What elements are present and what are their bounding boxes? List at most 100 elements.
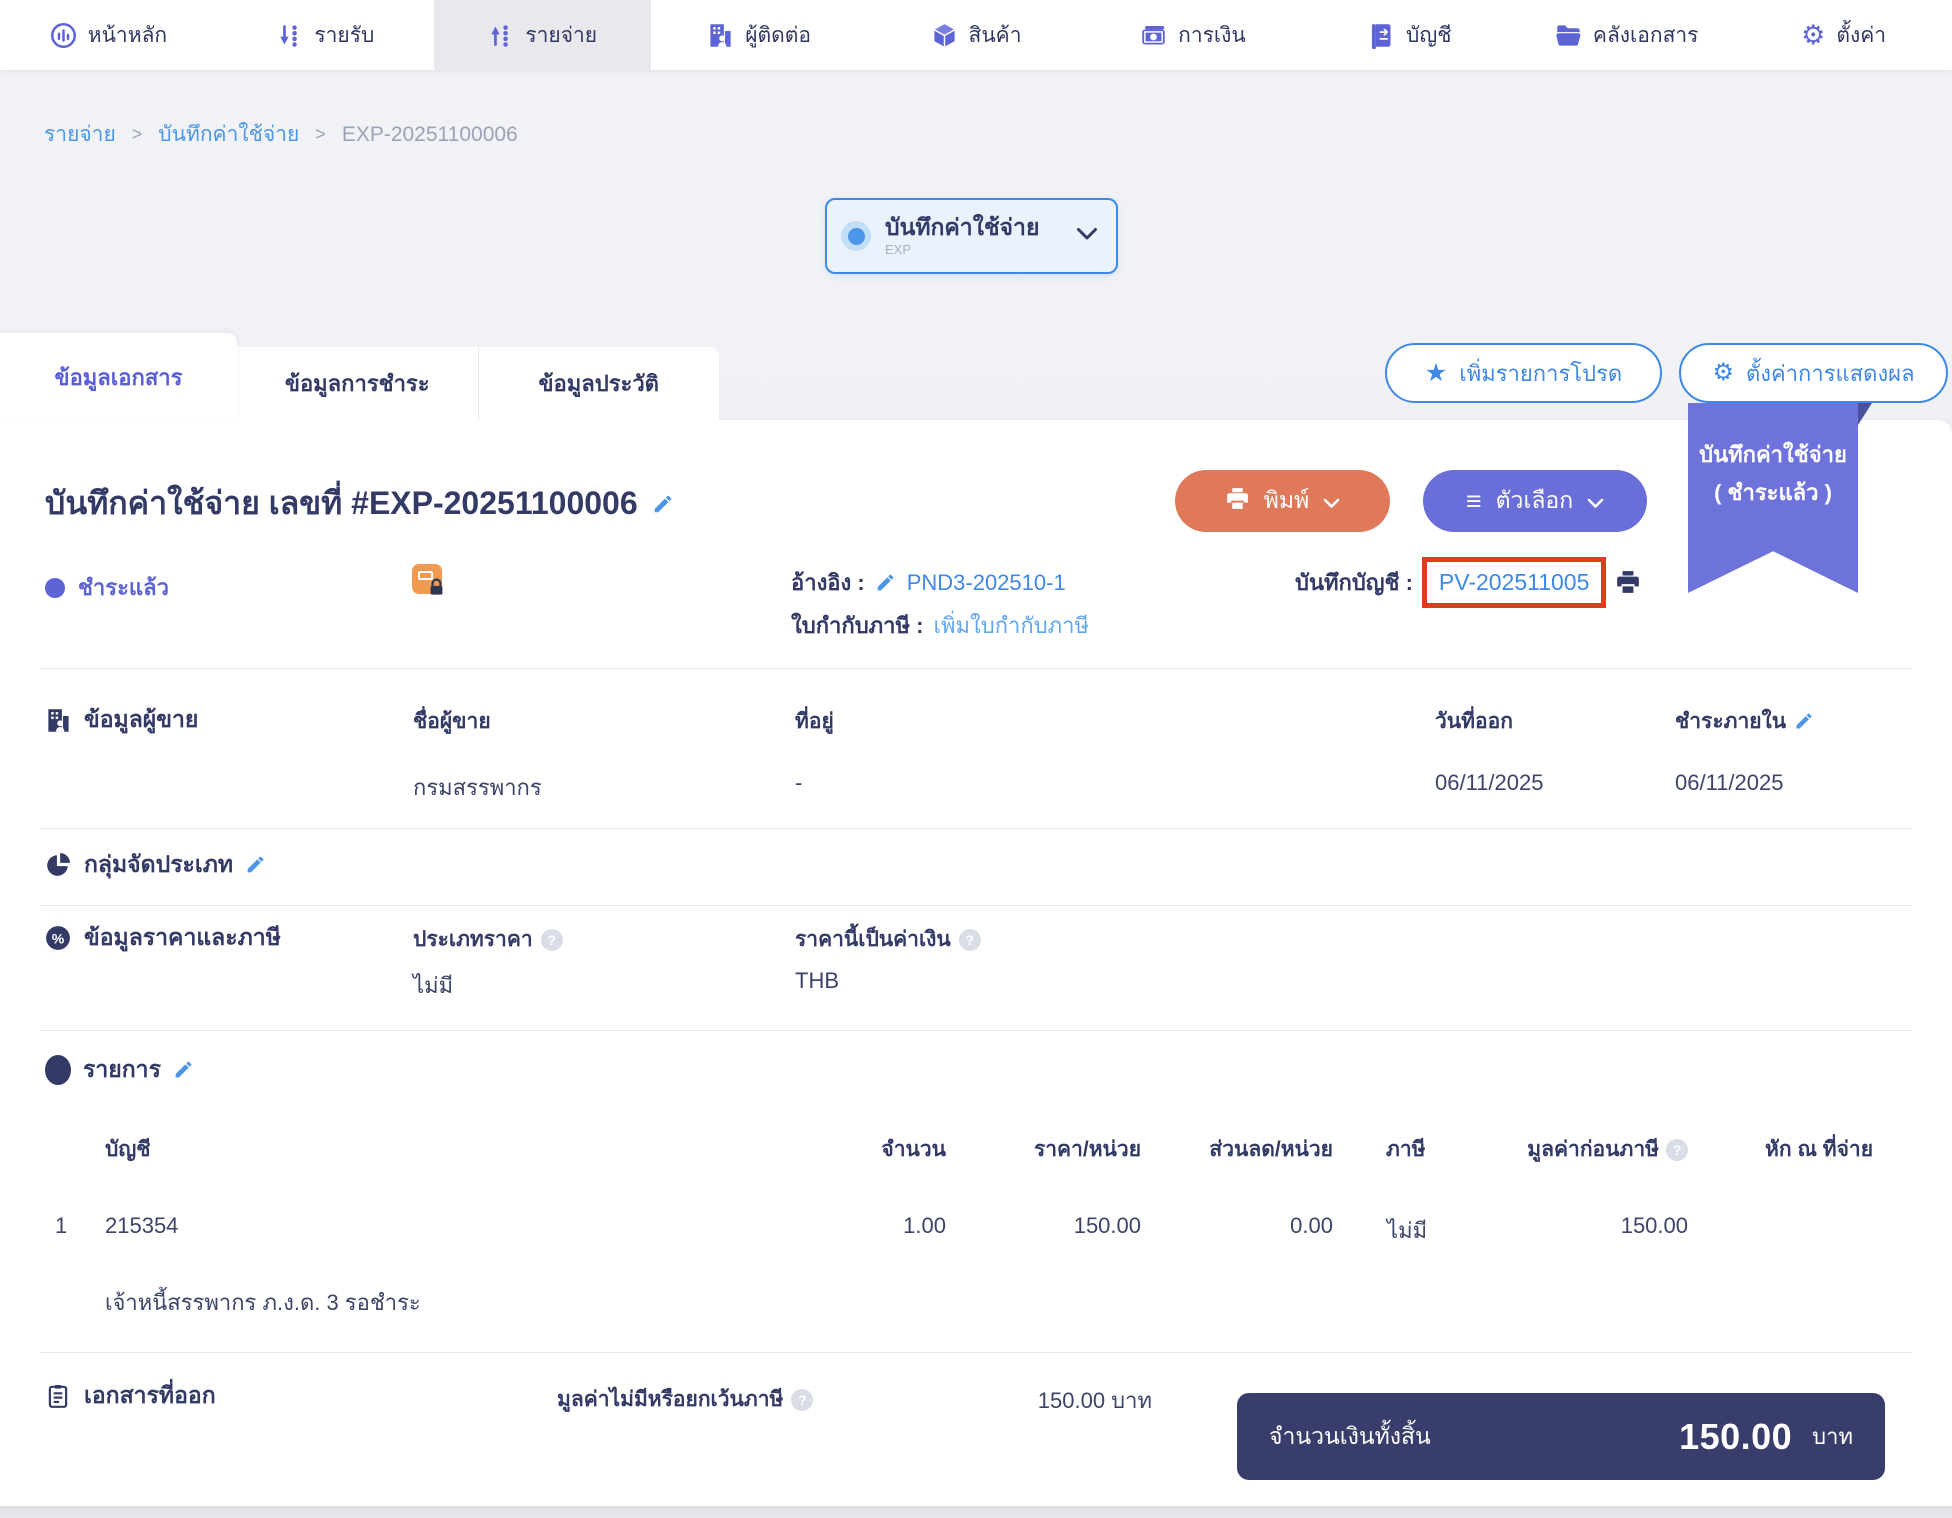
currency-value: THB — [795, 968, 839, 993]
edit-classification-pencil-icon[interactable] — [245, 854, 267, 876]
issue-date-label: วันที่ออก — [1435, 710, 1513, 733]
grand-total-unit: บาท — [1812, 1424, 1853, 1449]
due-date-value: 06/11/2025 — [1675, 770, 1784, 795]
grand-total-label: จำนวนเงินทั้งสิ้น — [1269, 1422, 1431, 1449]
folder-icon — [1555, 22, 1582, 49]
items-bullet-icon — [45, 1055, 71, 1085]
divider — [40, 1352, 1912, 1353]
help-icon[interactable]: ? — [791, 1388, 814, 1411]
income-icon — [276, 22, 303, 49]
nav-item-documents[interactable]: คลังเอกสาร — [1518, 0, 1735, 70]
due-date-label-text: ชำระภายใน — [1675, 710, 1787, 733]
seller-section-title: ข้อมูลผู้ขาย — [45, 702, 198, 738]
ledger-book-icon — [1368, 22, 1395, 49]
items-section-title: รายการ — [45, 1052, 195, 1088]
top-navigation: หน้าหลัก รายรับ รายจ่าย ผู้ติดต่อ สินค้า — [0, 0, 1952, 70]
finance-banknote-icon — [1140, 22, 1167, 49]
nav-label: ผู้ติดต่อ — [745, 23, 812, 47]
exempt-label: มูลค่าไม่มีหรือยกเว้นภาษี ? — [557, 1383, 814, 1416]
nav-item-home[interactable]: หน้าหลัก — [0, 0, 217, 70]
chevron-down-icon — [1323, 488, 1340, 515]
edit-due-date-pencil-icon[interactable] — [1794, 711, 1816, 733]
section-title-text: รายการ — [83, 1056, 161, 1082]
help-icon[interactable]: ? — [958, 928, 981, 951]
help-icon[interactable]: ? — [1666, 1138, 1688, 1161]
favorite-label: เพิ่มรายการโปรด — [1459, 360, 1623, 386]
row-pretax: 150.00 — [1620, 1213, 1688, 1238]
nav-label: การเงิน — [1178, 23, 1246, 47]
gear-icon: ⚙ — [1712, 359, 1734, 386]
locked-document-icon — [412, 564, 459, 611]
divider — [40, 828, 1912, 829]
col-header-account: บัญชี — [105, 1138, 151, 1161]
col-header-price: ราคา/หน่วย — [1033, 1138, 1141, 1161]
nav-item-finance[interactable]: การเงิน — [1084, 0, 1301, 70]
issued-documents-section-title: เอกสารที่ออก — [45, 1378, 216, 1414]
star-icon: ★ — [1424, 358, 1448, 387]
edit-title-pencil-icon[interactable] — [652, 493, 674, 515]
doc-type-title: บันทึกค่าใช้จ่าย — [885, 214, 1040, 241]
col-header-withholding: หัก ณ ที่จ่าย — [1765, 1138, 1873, 1161]
percent-circle-icon: % — [45, 925, 72, 952]
display-settings-button[interactable]: ⚙ ตั้งค่าการแสดงผล — [1679, 343, 1948, 403]
exempt-label-text: มูลค่าไม่มีหรือยกเว้นภาษี — [557, 1388, 784, 1411]
print-button[interactable]: พิมพ์ — [1175, 470, 1390, 532]
edit-reference-pencil-icon[interactable] — [875, 572, 897, 594]
add-favorite-button[interactable]: ★ เพิ่มรายการโปรด — [1385, 343, 1662, 403]
add-tax-invoice-link[interactable]: เพิ่มใบกำกับภาษี — [933, 608, 1089, 643]
nav-label: รายจ่าย — [525, 23, 598, 47]
doc-type-selector[interactable]: บันทึกค่าใช้จ่าย EXP — [825, 198, 1118, 274]
nav-item-contacts[interactable]: ผู้ติดต่อ — [651, 0, 868, 70]
seller-name-link[interactable]: กรมสรรพากร — [413, 770, 542, 805]
nav-label: รายรับ — [314, 23, 375, 47]
display-settings-label: ตั้งค่าการแสดงผล — [1745, 360, 1915, 386]
divider — [40, 668, 1912, 669]
divider — [40, 1030, 1912, 1031]
print-label: พิมพ์ — [1263, 487, 1310, 513]
nav-item-accounting[interactable]: บัญชี — [1301, 0, 1518, 70]
products-cube-icon — [931, 22, 958, 49]
nav-label: บัญชี — [1406, 23, 1452, 47]
contacts-icon — [707, 22, 734, 49]
nav-item-income[interactable]: รายรับ — [217, 0, 434, 70]
breadcrumb-expense-record[interactable]: บันทึกค่าใช้จ่าย — [158, 118, 299, 151]
tax-invoice-row: ใบกำกับภาษี : เพิ่มใบกำกับภาษี — [791, 608, 1089, 643]
page-title: บันทึกค่าใช้จ่าย เลขที่ #EXP-20251100006 — [45, 485, 638, 521]
section-title-text: ข้อมูลราคาและภาษี — [84, 924, 281, 950]
printer-icon — [1225, 486, 1250, 517]
options-button[interactable]: ≡ ตัวเลือก — [1423, 470, 1647, 532]
chevron-down-icon — [1076, 227, 1098, 246]
breadcrumb-expense[interactable]: รายจ่าย — [44, 118, 116, 151]
edit-items-pencil-icon[interactable] — [173, 1059, 195, 1081]
doc-title-row: บันทึกค่าใช้จ่าย เลขที่ #EXP-20251100006 — [45, 478, 674, 529]
lock-icon — [427, 578, 446, 597]
tab-label: ข้อมูลประวัติ — [538, 371, 659, 396]
clipboard-icon — [45, 1383, 72, 1410]
due-date-label: ชำระภายใน — [1675, 705, 1816, 738]
journal-entry-row: บันทึกบัญชี : PV-202511005 — [1295, 552, 1641, 612]
nav-item-settings[interactable]: ⚙ ตั้งค่า — [1735, 0, 1952, 70]
nav-item-products[interactable]: สินค้า — [868, 0, 1085, 70]
row-price: 150.00 — [1073, 1213, 1141, 1238]
highlight-red-box: PV-202511005 — [1421, 556, 1607, 608]
reference-link[interactable]: PND3-202510-1 — [907, 570, 1066, 596]
menu-icon: ≡ — [1465, 485, 1482, 516]
tab-payment-info[interactable]: ข้อมูลการชำระ — [237, 347, 478, 420]
breadcrumb: รายจ่าย > บันทึกค่าใช้จ่าย > EXP-2025110… — [44, 118, 518, 151]
tax-invoice-label: ใบกำกับภาษี : — [791, 613, 924, 638]
col-header-pretax: มูลค่าก่อนภาษี ? — [1527, 1133, 1688, 1166]
row-account: 215354 — [105, 1213, 179, 1238]
tab-document-info[interactable]: ข้อมูลเอกสาร — [0, 333, 237, 421]
options-label: ตัวเลือก — [1495, 487, 1574, 513]
nav-label: สินค้า — [968, 23, 1022, 47]
help-icon[interactable]: ? — [540, 928, 563, 951]
chevron-down-icon — [1587, 488, 1604, 515]
nav-label: ตั้งค่า — [1836, 23, 1887, 47]
journal-label: บันทึกบัญชี : — [1295, 569, 1413, 595]
journal-entry-link[interactable]: PV-202511005 — [1439, 569, 1590, 596]
pricing-section-title: % ข้อมูลราคาและภาษี — [45, 920, 281, 956]
print-journal-icon[interactable] — [1615, 569, 1641, 595]
classification-section-title: กลุ่มจัดประเภท — [45, 847, 267, 883]
tab-history-info[interactable]: ข้อมูลประวัติ — [477, 347, 720, 420]
nav-item-expense[interactable]: รายจ่าย — [433, 0, 651, 70]
